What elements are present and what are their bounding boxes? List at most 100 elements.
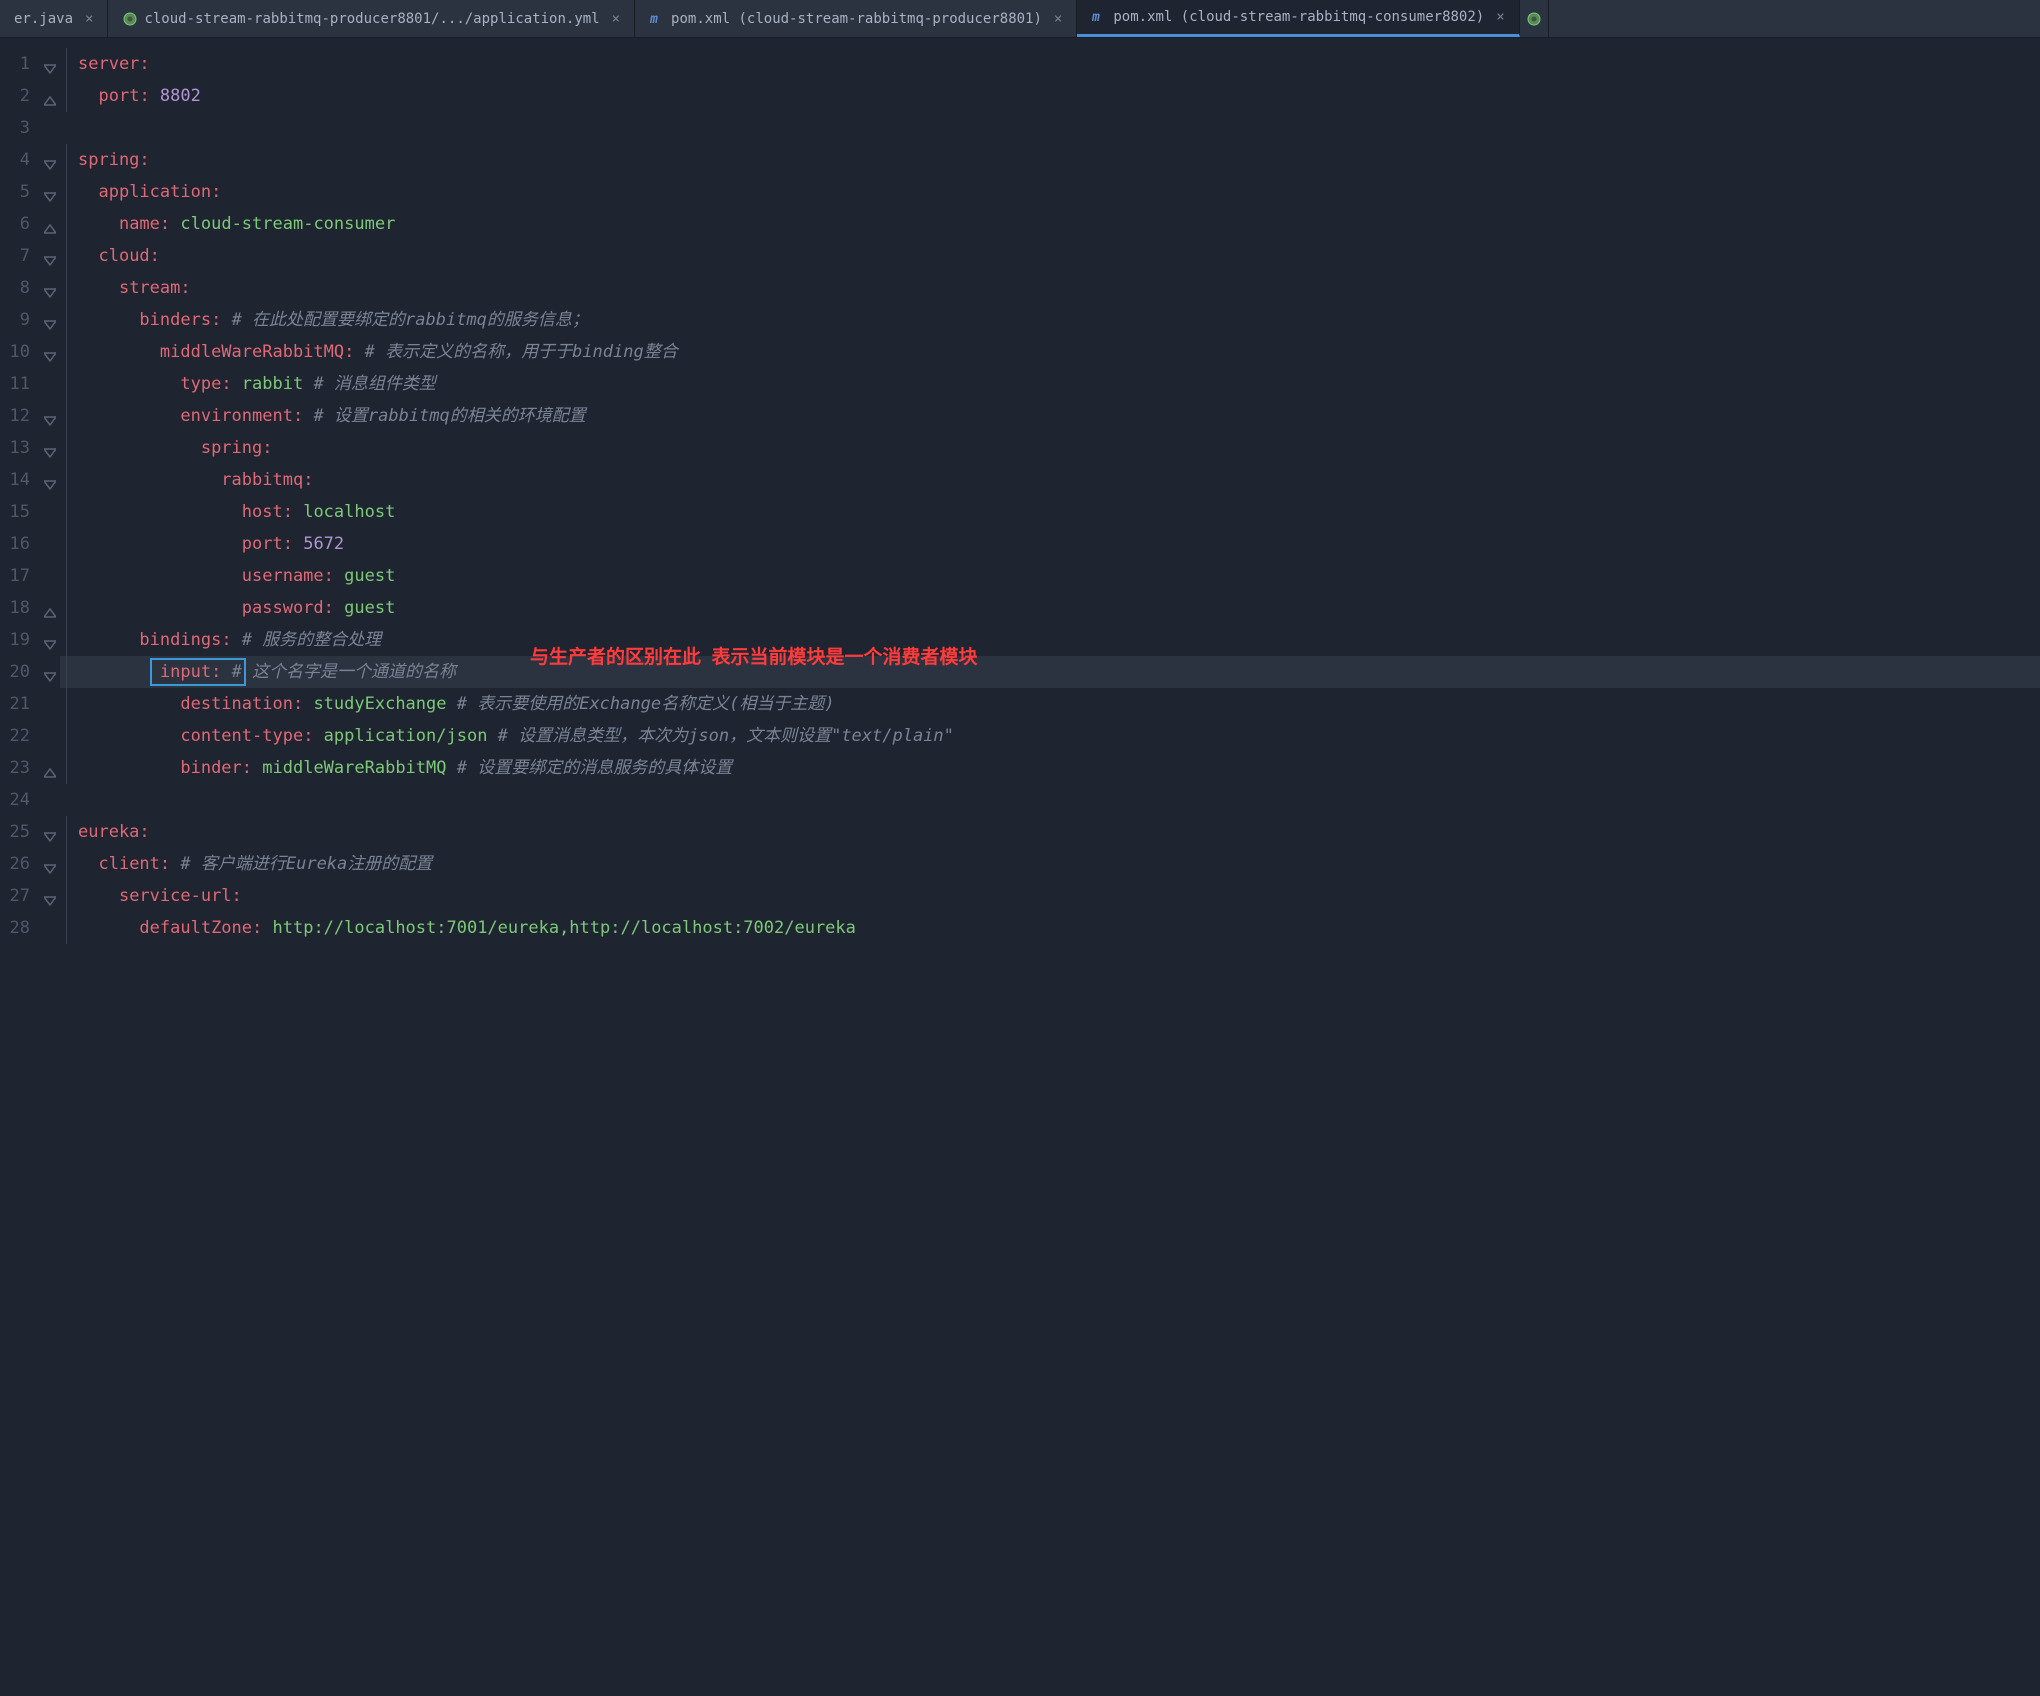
yaml-key: content-type bbox=[180, 726, 303, 746]
code-line[interactable]: password: guest bbox=[60, 592, 2040, 624]
line-number: 21 bbox=[0, 688, 60, 720]
code-line[interactable]: destination: studyExchange # 表示要使用的Excha… bbox=[60, 688, 2040, 720]
fold-open-icon[interactable] bbox=[42, 825, 56, 839]
editor-area: 1234567891011121314151617181920212223242… bbox=[0, 38, 2040, 944]
yaml-key: environment bbox=[180, 406, 293, 426]
code-line[interactable]: application: bbox=[60, 176, 2040, 208]
code-line[interactable]: username: guest bbox=[60, 560, 2040, 592]
tab-pom2[interactable]: m pom.xml (cloud-stream-rabbitmq-consume… bbox=[1077, 0, 1519, 37]
fold-open-icon[interactable] bbox=[42, 857, 56, 871]
fold-open-icon[interactable] bbox=[42, 153, 56, 167]
fold-open-icon[interactable] bbox=[42, 185, 56, 199]
yaml-value: application/json bbox=[313, 726, 487, 746]
colon: : bbox=[160, 854, 170, 874]
code-line[interactable]: type: rabbit # 消息组件类型 bbox=[60, 368, 2040, 400]
code-line[interactable]: server: bbox=[60, 48, 2040, 80]
code-line[interactable]: rabbitmq: bbox=[60, 464, 2040, 496]
line-number: 13 bbox=[0, 432, 60, 464]
colon: : bbox=[283, 534, 293, 554]
fold-open-icon[interactable] bbox=[42, 889, 56, 903]
line-number: 1 bbox=[0, 48, 60, 80]
tab-label: pom.xml (cloud-stream-rabbitmq-producer8… bbox=[671, 11, 1042, 27]
colon: : bbox=[139, 822, 149, 842]
indent-guide bbox=[66, 688, 67, 720]
colon: : bbox=[262, 438, 272, 458]
svg-text:m: m bbox=[1092, 10, 1100, 24]
code-line[interactable] bbox=[60, 784, 2040, 816]
code-line[interactable]: bindings: # 服务的整合处理 bbox=[60, 624, 2040, 656]
yaml-key: rabbitmq bbox=[221, 470, 303, 490]
code-line[interactable]: content-type: application/json # 设置消息类型，… bbox=[60, 720, 2040, 752]
colon: : bbox=[303, 726, 313, 746]
fold-close-icon[interactable] bbox=[42, 601, 56, 615]
code-line[interactable]: port: 5672 bbox=[60, 528, 2040, 560]
code-line[interactable]: name: cloud-stream-consumer bbox=[60, 208, 2040, 240]
tab-label: cloud-stream-rabbitmq-producer8801/.../a… bbox=[144, 11, 599, 27]
yaml-key: host bbox=[242, 502, 283, 522]
fold-open-icon[interactable] bbox=[42, 409, 56, 423]
code-line[interactable]: spring: bbox=[60, 432, 2040, 464]
line-number: 16 bbox=[0, 528, 60, 560]
fold-open-icon[interactable] bbox=[42, 345, 56, 359]
code-line[interactable] bbox=[60, 112, 2040, 144]
code-area[interactable]: server: port: 8802 spring: application: n… bbox=[60, 38, 2040, 944]
tab-pom1[interactable]: m pom.xml (cloud-stream-rabbitmq-produce… bbox=[635, 0, 1077, 37]
fold-open-icon[interactable] bbox=[42, 313, 56, 327]
fold-close-icon[interactable] bbox=[42, 217, 56, 231]
code-line[interactable]: host: localhost bbox=[60, 496, 2040, 528]
close-icon[interactable]: × bbox=[1054, 11, 1062, 27]
yaml-key: input bbox=[160, 662, 211, 682]
yaml-key: username bbox=[242, 566, 324, 586]
fold-open-icon[interactable] bbox=[42, 281, 56, 295]
line-number: 23 bbox=[0, 752, 60, 784]
fold-open-icon[interactable] bbox=[42, 633, 56, 647]
yaml-key: binder bbox=[180, 758, 241, 778]
colon: : bbox=[252, 918, 262, 938]
code-line[interactable]: binders: # 在此处配置要绑定的rabbitmq的服务信息； bbox=[60, 304, 2040, 336]
fold-open-icon[interactable] bbox=[42, 473, 56, 487]
colon: : bbox=[211, 182, 221, 202]
code-line[interactable]: stream: bbox=[60, 272, 2040, 304]
fold-open-icon[interactable] bbox=[42, 57, 56, 71]
tab-yml[interactable]: cloud-stream-rabbitmq-producer8801/.../a… bbox=[108, 0, 635, 37]
code-line[interactable]: client: # 客户端进行Eureka注册的配置 bbox=[60, 848, 2040, 880]
yaml-key: password bbox=[242, 598, 324, 618]
close-icon[interactable]: × bbox=[85, 11, 93, 27]
code-line[interactable]: environment: # 设置rabbitmq的相关的环境配置 bbox=[60, 400, 2040, 432]
line-number: 26 bbox=[0, 848, 60, 880]
fold-open-icon[interactable] bbox=[42, 665, 56, 679]
yaml-comment: # 表示要使用的Exchange名称定义(相当于主题) bbox=[447, 694, 835, 714]
code-line[interactable]: cloud: bbox=[60, 240, 2040, 272]
line-number: 8 bbox=[0, 272, 60, 304]
close-icon[interactable]: × bbox=[612, 11, 620, 27]
line-number: 20 bbox=[0, 656, 60, 688]
yaml-key: stream bbox=[119, 278, 180, 298]
code-line[interactable]: eureka: bbox=[60, 816, 2040, 848]
code-line[interactable]: binder: middleWareRabbitMQ # 设置要绑定的消息服务的… bbox=[60, 752, 2040, 784]
tab-java[interactable]: er.java × bbox=[0, 0, 108, 37]
indent-guide bbox=[66, 240, 67, 272]
code-line[interactable]: middleWareRabbitMQ: # 表示定义的名称，用于于binding… bbox=[60, 336, 2040, 368]
indent-guide bbox=[66, 368, 67, 400]
indent-guide bbox=[66, 880, 67, 912]
fold-open-icon[interactable] bbox=[42, 441, 56, 455]
yaml-comment: # 服务的整合处理 bbox=[232, 630, 382, 650]
code-line[interactable]: input: # 这个名字是一个通道的名称与生产者的区别在此 表示当前模块是一个… bbox=[60, 656, 2040, 688]
close-icon[interactable]: × bbox=[1496, 9, 1504, 25]
fold-close-icon[interactable] bbox=[42, 89, 56, 103]
fold-open-icon[interactable] bbox=[42, 249, 56, 263]
code-line[interactable]: spring: bbox=[60, 144, 2040, 176]
colon: : bbox=[221, 630, 231, 650]
tab-partial[interactable] bbox=[1520, 0, 1549, 37]
code-line[interactable]: port: 8802 bbox=[60, 80, 2040, 112]
line-number: 6 bbox=[0, 208, 60, 240]
line-number: 5 bbox=[0, 176, 60, 208]
code-line[interactable]: defaultZone: http://localhost:7001/eurek… bbox=[60, 912, 2040, 944]
line-number: 28 bbox=[0, 912, 60, 944]
indent-guide bbox=[66, 400, 67, 432]
annotation-text: 与生产者的区别在此 表示当前模块是一个消费者模块 bbox=[530, 642, 978, 674]
indent-guide bbox=[66, 272, 67, 304]
fold-close-icon[interactable] bbox=[42, 761, 56, 775]
code-line[interactable]: service-url: bbox=[60, 880, 2040, 912]
yaml-key: destination bbox=[180, 694, 293, 714]
